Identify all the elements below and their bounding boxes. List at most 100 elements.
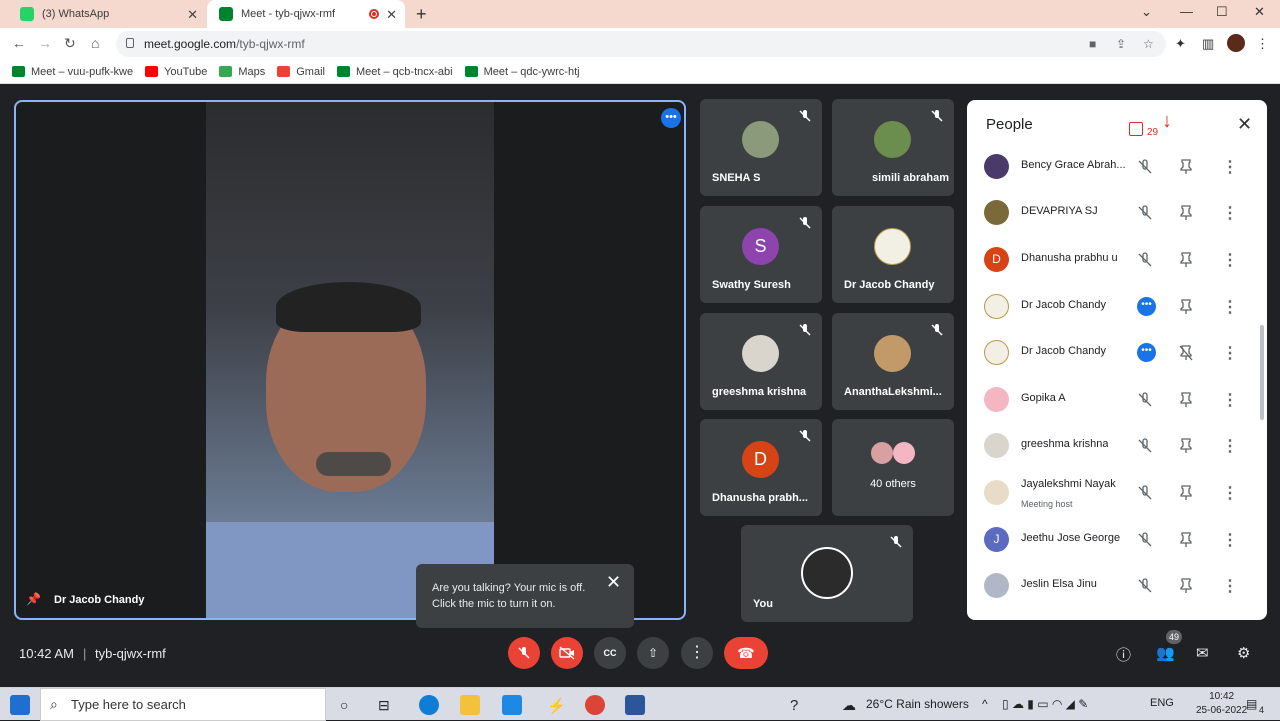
participant-row[interactable]: D Dhanusha prabhu u ⋮ [967, 237, 1257, 283]
close-tab-icon[interactable]: ✕ [386, 7, 397, 23]
more-options-icon[interactable]: ⋮ [1222, 390, 1238, 410]
pin-icon[interactable] [1179, 159, 1193, 175]
taskbar-search[interactable]: ⌕ Type here to search [40, 688, 326, 721]
participant-row[interactable]: Jayalekshmi Nayak Meeting host ⋮ [967, 470, 1257, 516]
word-icon[interactable] [625, 695, 645, 715]
spotlight-tile[interactable]: ••• 📌 Dr Jacob Chandy [14, 100, 686, 620]
bookmark-item[interactable]: Gmail [277, 66, 325, 78]
mic-off-icon[interactable] [1137, 252, 1153, 268]
mic-off-icon[interactable] [1137, 392, 1153, 408]
participant-row[interactable]: greeshma krishna ⋮ [967, 423, 1257, 469]
system-clock[interactable]: 10:42 25-06-2022 [1196, 690, 1247, 718]
pin-icon[interactable] [1179, 205, 1193, 221]
leave-call-button[interactable]: ☎ [724, 637, 768, 669]
back-icon[interactable]: ← [12, 35, 26, 51]
more-options-icon[interactable]: ⋮ [1222, 250, 1238, 270]
app-icon[interactable]: ⚡ [547, 697, 566, 715]
participant-tile[interactable]: D Dhanusha prabh... [700, 419, 822, 516]
task-view-icon[interactable]: ⊟ [378, 697, 390, 714]
pin-icon[interactable] [1179, 392, 1193, 408]
pin-icon[interactable] [1179, 252, 1193, 268]
tab-meet[interactable]: Meet - tyb-qjwx-rmf ✕ [207, 0, 405, 28]
mic-off-icon[interactable] [1137, 205, 1153, 221]
more-options-icon[interactable]: ⋮ [1222, 530, 1238, 550]
camera-toggle-button[interactable] [551, 637, 583, 669]
tray-icons[interactable]: ▯ ☁ ▮ ▭ ◠ ◢ ✎ [1002, 697, 1088, 711]
participant-tile[interactable]: S Swathy Suresh [700, 206, 822, 303]
participant-row[interactable]: Dr Jacob Chandy ••• ⋮ [967, 330, 1257, 376]
chrome-icon[interactable] [585, 695, 605, 715]
bookmark-item[interactable]: Meet – vuu-pufk-kwe [12, 66, 133, 78]
more-options-icon[interactable]: ⋮ [1222, 436, 1238, 456]
bookmark-item[interactable]: Meet – qcb-tncx-abi [336, 66, 453, 78]
more-options-icon[interactable]: ⋮ [1222, 203, 1238, 223]
weather-text[interactable]: 26°C Rain showers [866, 697, 969, 711]
participant-tile[interactable]: simili abraham [832, 99, 954, 196]
maximize-button[interactable]: ☐ [1216, 4, 1228, 20]
extensions-icon[interactable]: ✦ [1175, 36, 1186, 52]
new-tab-button[interactable]: + [416, 4, 427, 25]
more-options-button[interactable]: ⋮ [681, 637, 713, 669]
arrow-down-icon[interactable]: ↓ [1162, 110, 1172, 133]
scrollbar[interactable] [1260, 325, 1264, 420]
show-hidden-icons[interactable]: ^ [982, 697, 988, 711]
pin-icon[interactable] [1179, 532, 1193, 548]
chat-icon[interactable]: ✉ [1196, 644, 1209, 662]
more-options-icon[interactable]: ⋮ [1222, 576, 1238, 596]
close-tab-icon[interactable]: ✕ [187, 7, 198, 23]
tab-whatsapp[interactable]: (3) WhatsApp ✕ [8, 0, 206, 28]
people-icon[interactable]: 👥 [1156, 644, 1175, 662]
info-icon[interactable]: ⓘ [1116, 644, 1131, 665]
more-options-icon[interactable]: ⋮ [1222, 157, 1238, 177]
edge-icon[interactable] [419, 695, 439, 715]
captions-button[interactable]: CC [594, 637, 626, 669]
share-icon[interactable]: ⇪ [1116, 37, 1126, 51]
participant-row[interactable]: Bency Grace Abrah... ⋮ [967, 144, 1257, 190]
present-button[interactable]: ⇧ [637, 637, 669, 669]
activities-icon[interactable]: ⚙ [1237, 644, 1250, 662]
close-icon[interactable]: ✕ [1237, 114, 1252, 135]
notifications-icon[interactable]: ▤ [1246, 697, 1257, 711]
bookmark-item[interactable]: Maps [219, 66, 265, 78]
cortana-icon[interactable]: ○ [340, 697, 348, 713]
close-icon[interactable]: ✕ [606, 572, 621, 593]
forward-icon[interactable]: → [38, 35, 52, 51]
others-tile[interactable]: 40 others [832, 419, 954, 516]
tab-search-icon[interactable]: ⌄ [1141, 4, 1152, 20]
language-indicator[interactable]: ENG [1150, 697, 1174, 709]
close-window-button[interactable]: ✕ [1254, 4, 1265, 20]
reload-icon[interactable]: ↻ [64, 35, 76, 52]
address-bar[interactable]: meet.google.com /tyb-qjwx-rmf ■ ⇪ ☆ [116, 31, 1166, 57]
more-options-icon[interactable]: ••• [661, 108, 681, 128]
participant-tile[interactable]: SNEHA S [700, 99, 822, 196]
profile-avatar[interactable] [1227, 34, 1245, 52]
help-icon[interactable]: ? [790, 697, 798, 714]
bookmark-item[interactable]: YouTube [145, 66, 207, 78]
home-icon[interactable]: ⌂ [91, 35, 99, 51]
checklist-icon[interactable] [1129, 122, 1143, 136]
mic-off-icon[interactable] [1137, 159, 1153, 175]
mic-toggle-button[interactable] [508, 637, 540, 669]
file-explorer-icon[interactable] [460, 695, 480, 715]
side-panel-icon[interactable]: ▥ [1202, 36, 1214, 52]
mic-off-icon[interactable] [1137, 532, 1153, 548]
camera-icon[interactable]: ■ [1089, 37, 1096, 51]
more-options-icon[interactable]: ⋮ [1222, 297, 1238, 317]
mic-off-icon[interactable] [1137, 578, 1153, 594]
unpin-icon[interactable] [1179, 345, 1193, 361]
pin-icon[interactable] [1179, 438, 1193, 454]
participant-tile[interactable]: greeshma krishna [700, 313, 822, 410]
more-options-icon[interactable]: ⋮ [1222, 483, 1238, 503]
pin-icon[interactable] [1179, 299, 1193, 315]
mic-off-icon[interactable] [1137, 485, 1153, 501]
bookmark-item[interactable]: Meet – qdc-ywrc-htj [464, 66, 580, 78]
more-options-icon[interactable]: ⋮ [1222, 343, 1238, 363]
participant-row[interactable]: J Jeethu Jose George ⋮ [967, 517, 1257, 563]
participant-row[interactable]: DEVAPRIYA SJ ⋮ [967, 190, 1257, 236]
participant-tile[interactable]: Dr Jacob Chandy [832, 206, 954, 303]
participant-row[interactable]: Jeslin Elsa Jinu ⋮ [967, 563, 1257, 609]
participant-row[interactable]: Gopika A ⋮ [967, 377, 1257, 423]
mail-icon[interactable] [502, 695, 522, 715]
windows-start-icon[interactable] [10, 695, 30, 715]
participant-row[interactable]: Dr Jacob Chandy ••• ⋮ [967, 284, 1257, 330]
